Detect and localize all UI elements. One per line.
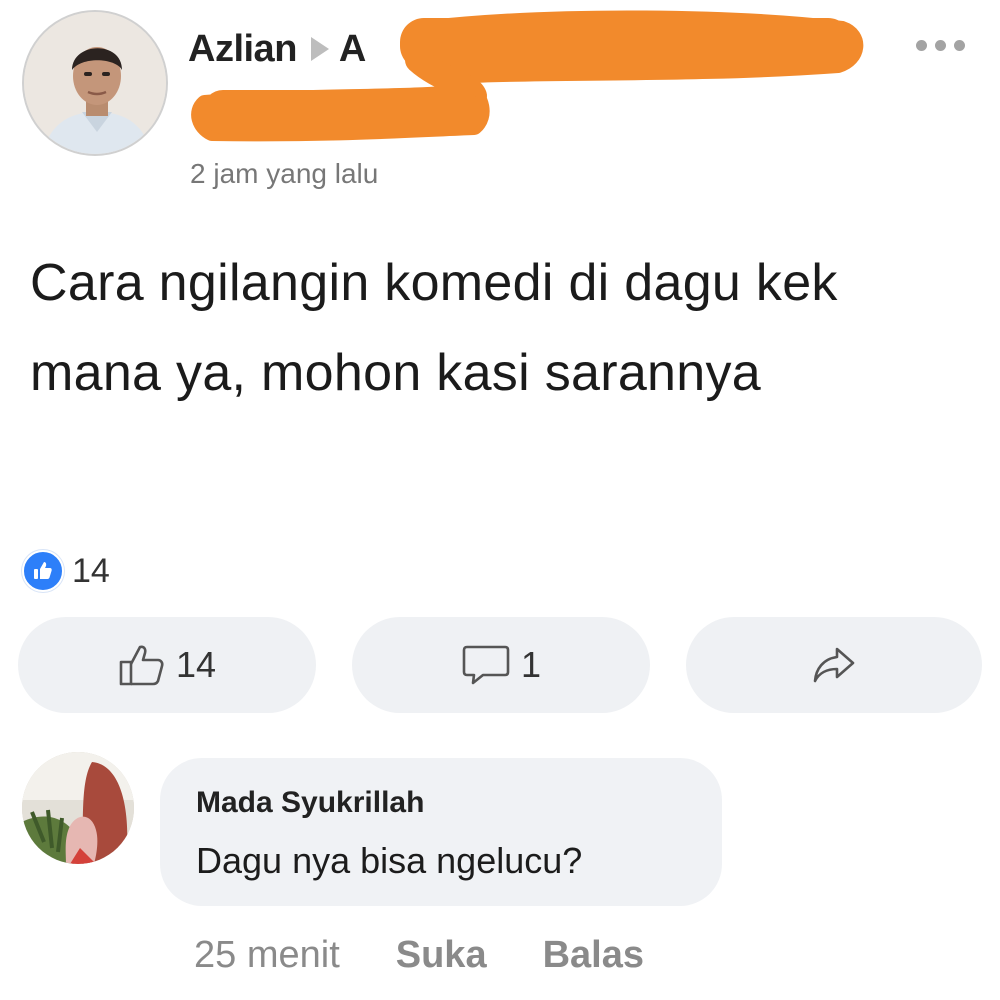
- thumbs-up-icon: [119, 645, 164, 686]
- comment-text: Dagu nya bisa ngelucu?: [196, 840, 583, 881]
- comment-count: 1: [520, 644, 542, 685]
- author-avatar[interactable]: [22, 10, 168, 156]
- more-dot-icon: [954, 40, 965, 51]
- comment-button[interactable]: 1: [352, 617, 650, 713]
- comment-author[interactable]: Mada Syukrillah: [196, 786, 424, 820]
- like-icon: [22, 550, 64, 592]
- comment-reply-link[interactable]: Balas: [543, 934, 644, 977]
- comment-meta: 25 menit Suka Balas: [194, 934, 644, 977]
- target-name[interactable]: A: [339, 28, 366, 71]
- reaction-summary[interactable]: 14: [22, 550, 110, 592]
- more-dot-icon: [916, 40, 927, 51]
- author-name[interactable]: Azlian: [188, 28, 297, 71]
- share-button[interactable]: [686, 617, 982, 713]
- comment-icon: [462, 645, 510, 685]
- like-count: 14: [175, 644, 217, 685]
- commenter-avatar-photo: [22, 752, 134, 864]
- share-icon: [813, 647, 855, 683]
- arrow-right-icon: [310, 37, 329, 61]
- more-dot-icon: [935, 40, 946, 51]
- avatar-photo: [24, 12, 166, 154]
- post-header: Azlian A: [188, 26, 366, 72]
- post-text: Cara ngilangin komedi di dagu kek mana y…: [30, 254, 838, 402]
- like-button[interactable]: 14: [18, 617, 316, 713]
- commenter-avatar[interactable]: [22, 752, 134, 864]
- post-timestamp[interactable]: 2 jam yang lalu: [190, 158, 378, 190]
- comment-time[interactable]: 25 menit: [194, 934, 340, 977]
- comment-bubble: Mada Syukrillah Dagu nya bisa ngelucu?: [160, 758, 722, 906]
- more-options-button[interactable]: [916, 40, 965, 51]
- post-card: Azlian A 2 jam yang lalu Cara ngilangin …: [0, 0, 1000, 1000]
- comment-like-link[interactable]: Suka: [396, 934, 487, 977]
- reaction-count: 14: [72, 551, 110, 590]
